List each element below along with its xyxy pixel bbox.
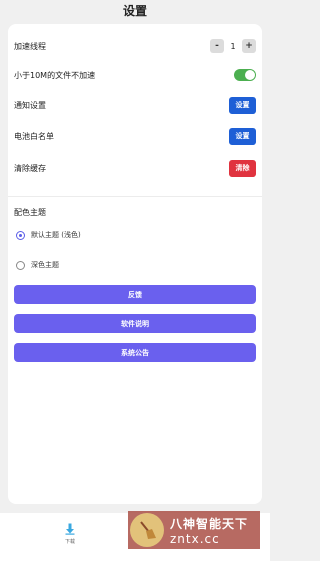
download-arrow-icon [65,523,75,535]
page-title: 设置 [122,4,147,18]
threads-value: 1 [230,41,236,51]
small-file-label: 小于10M的文件不加速 [14,70,96,80]
watermark-line1: 八神智能天下 [170,516,249,531]
radio-checked-icon[interactable] [16,230,25,240]
battery-row: 电池白名单 设置 [14,126,256,146]
threads-stepper: - 1 + [210,39,256,53]
settings-card: 加速线程 - 1 + 小于10M的文件不加速 通知设置 设置 电池白名单 设置 … [8,24,262,504]
clear-cache-button[interactable]: 清除 [229,159,256,177]
small-file-row: 小于10M的文件不加速 [14,65,256,85]
section-divider [8,196,262,197]
theme-option-dark[interactable]: 深色主题 [16,258,59,272]
theme-title: 配色主题 [14,208,46,217]
threads-row: 加速线程 - 1 + [14,36,256,56]
radio-unchecked-icon[interactable] [16,260,25,270]
increment-button[interactable]: + [242,39,256,53]
battery-settings-button[interactable]: 设置 [229,127,256,145]
threads-label: 加速线程 [14,41,46,51]
battery-label: 电池白名单 [14,131,54,141]
notify-row: 通知设置 设置 [14,95,256,115]
cache-label: 清除缓存 [14,163,46,173]
toggle-knob [245,70,255,80]
theme-option-label: 深色主题 [31,261,59,269]
nav-download[interactable]: 下载 [64,523,76,545]
decrement-button[interactable]: - [210,39,224,53]
manual-button[interactable]: 软件说明 [14,314,256,333]
theme-option-label: 默认主题 (浅色) [31,231,81,239]
nav-download-label: 下载 [64,539,75,545]
watermark: 八神智能天下 zntx.cc [128,511,260,549]
notify-label: 通知设置 [14,100,46,110]
cache-row: 清除缓存 清除 [14,158,256,178]
watermark-line2: zntx.cc [170,531,220,546]
broom-icon [130,513,164,547]
small-file-toggle[interactable] [234,69,256,81]
notify-settings-button[interactable]: 设置 [229,96,256,114]
feedback-button[interactable]: 反馈 [14,285,256,304]
theme-option-light[interactable]: 默认主题 (浅色) [16,228,81,242]
notice-button[interactable]: 系统公告 [14,343,256,362]
